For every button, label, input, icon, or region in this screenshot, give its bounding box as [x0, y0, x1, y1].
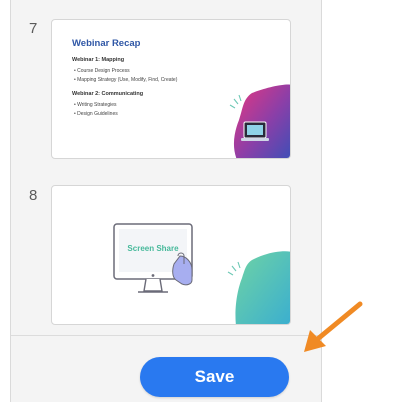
footer-divider	[11, 335, 323, 336]
slide-number-8: 8	[29, 187, 38, 204]
slide-number-7: 7	[29, 20, 38, 37]
slide-bullet: • Writing Strategies	[74, 102, 117, 108]
monitor-illustration	[113, 223, 193, 293]
slide-section-heading: Webinar 2: Communicating	[72, 91, 144, 97]
save-button[interactable]: Save	[140, 357, 289, 397]
slide-thumbnail-panel[interactable]: 7 Webinar Recap Webinar 1: Mapping • Cou…	[10, 0, 323, 402]
pointer-arrow-icon	[304, 301, 363, 352]
decorative-shape	[227, 251, 290, 324]
slide-thumbnail-7[interactable]: Webinar Recap Webinar 1: Mapping • Cours…	[51, 19, 291, 159]
slide-bullet: • Course Design Process	[74, 68, 130, 74]
slide-panel-screen: 7 Webinar Recap Webinar 1: Mapping • Cou…	[0, 0, 393, 402]
slide-thumbnail-8[interactable]: Screen Share	[51, 185, 291, 325]
screen-share-label: Screen Share	[127, 244, 179, 253]
slide-bullet: • Mapping Strategy (Use, Modify, Find, C…	[74, 77, 178, 83]
slide-section-heading: Webinar 1: Mapping	[72, 57, 125, 63]
slide-bullet: • Design Guidelines	[74, 111, 118, 117]
laptop-illustration	[229, 84, 290, 158]
slide-title: Webinar Recap	[72, 38, 141, 49]
